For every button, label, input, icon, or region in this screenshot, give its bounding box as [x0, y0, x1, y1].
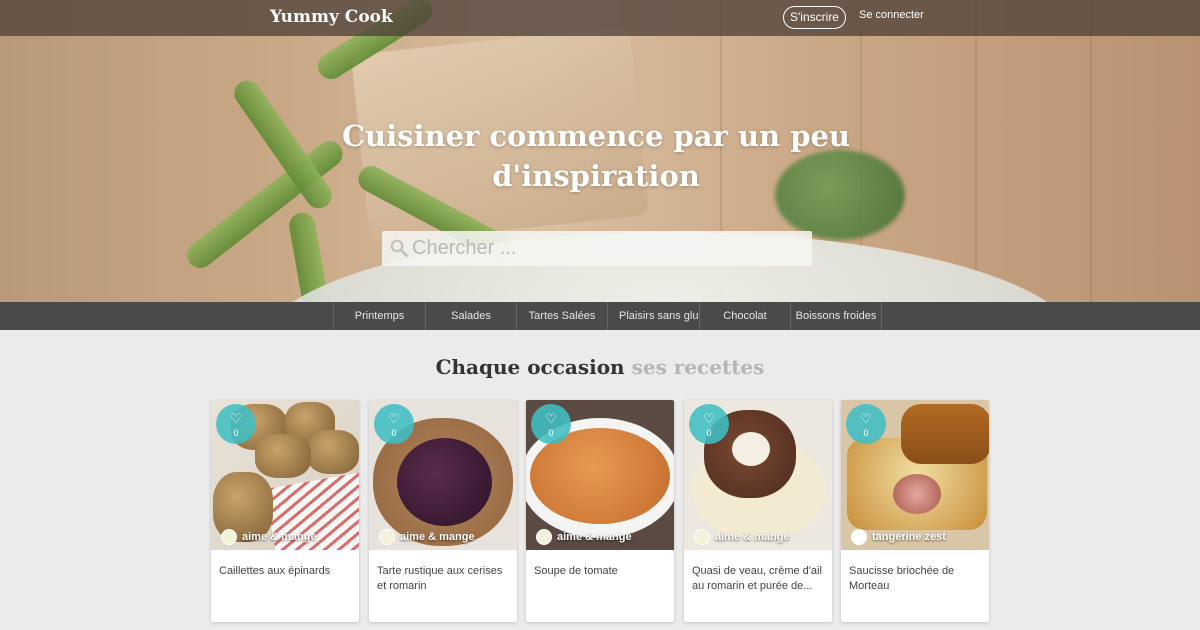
search-input[interactable]	[412, 234, 802, 263]
author-avatar	[851, 529, 867, 545]
recipe-author[interactable]: aime & mange	[536, 529, 632, 545]
recipe-author[interactable]: aime & mange	[379, 529, 475, 545]
author-avatar	[379, 529, 395, 545]
like-button[interactable]: ♡ 0	[846, 404, 886, 444]
section-title-main: Chaque occasion	[435, 355, 625, 379]
heart-icon: ♡	[230, 411, 242, 426]
food-decor	[255, 434, 311, 478]
hero-banner: Yummy Cook S'inscrire Se connecter Cuisi…	[0, 0, 1200, 302]
site-logo[interactable]: Yummy Cook	[270, 7, 393, 27]
recipe-card[interactable]: ♡ 0 aime & mange Quasi de veau, crème d'…	[684, 400, 832, 622]
heart-icon: ♡	[703, 411, 715, 426]
category-boissons-froides[interactable]: Boissons froides	[790, 302, 881, 330]
recipe-author[interactable]: aime & mange	[694, 529, 790, 545]
like-button[interactable]: ♡ 0	[216, 404, 256, 444]
food-decor	[901, 404, 989, 464]
search-icon[interactable]	[390, 239, 408, 257]
like-count: 0	[548, 428, 554, 438]
recipe-card[interactable]: ♡ 0 aime & mange Tarte rustique aux ceri…	[369, 400, 517, 622]
author-name: aime & mange	[242, 531, 317, 543]
author-name: aime & mange	[557, 531, 632, 543]
like-count: 0	[863, 428, 869, 438]
category-sans-gluten[interactable]: Plaisirs sans gluten	[607, 302, 699, 330]
heart-icon: ♡	[545, 411, 557, 426]
like-count: 0	[706, 428, 712, 438]
category-tartes-salees[interactable]: Tartes Salées	[516, 302, 607, 330]
recipe-card[interactable]: ♡ 0 aime & mange Caillettes aux épinards	[211, 400, 359, 622]
food-decor	[732, 432, 770, 466]
top-navbar: Yummy Cook S'inscrire Se connecter	[0, 0, 1200, 36]
category-chocolat[interactable]: Chocolat	[699, 302, 790, 330]
recipe-title[interactable]: Caillettes aux épinards	[219, 564, 351, 579]
author-avatar	[694, 529, 710, 545]
author-name: aime & mange	[400, 531, 475, 543]
like-count: 0	[391, 428, 397, 438]
like-button[interactable]: ♡ 0	[374, 404, 414, 444]
signup-button[interactable]: S'inscrire	[783, 6, 846, 29]
recipe-card[interactable]: ♡ 0 aime & mange Soupe de tomate	[526, 400, 674, 622]
like-button[interactable]: ♡ 0	[689, 404, 729, 444]
like-button[interactable]: ♡ 0	[531, 404, 571, 444]
hero-headline: Cuisiner commence par un peu d'inspirati…	[341, 119, 851, 193]
recipe-author[interactable]: aime & mange	[221, 529, 317, 545]
recipe-title[interactable]: Saucisse briochée de Morteau	[849, 564, 981, 594]
section-title-accent: ses recettes	[631, 355, 765, 379]
heart-icon: ♡	[388, 411, 400, 426]
category-divider	[881, 302, 882, 330]
author-name: tangerine zest	[872, 531, 946, 543]
author-avatar	[221, 529, 237, 545]
login-link[interactable]: Se connecter	[859, 9, 924, 21]
food-decor	[397, 438, 492, 526]
author-avatar	[536, 529, 552, 545]
background-plank	[1090, 0, 1092, 302]
category-printemps[interactable]: Printemps	[333, 302, 425, 330]
recipe-card[interactable]: ♡ 0 tangerine zest Saucisse briochée de …	[841, 400, 989, 622]
recipe-title[interactable]: Soupe de tomate	[534, 564, 666, 579]
category-bar: Printemps Salades Tartes Salées Plaisirs…	[0, 302, 1200, 330]
recipe-author[interactable]: tangerine zest	[851, 529, 946, 545]
section-title: Chaque occasion ses recettes	[0, 355, 1200, 379]
food-decor	[307, 430, 359, 474]
background-plank	[975, 0, 977, 302]
recipe-title[interactable]: Quasi de veau, crème d'ail au romarin et…	[692, 564, 824, 594]
search-bar	[382, 231, 812, 266]
category-salades[interactable]: Salades	[425, 302, 516, 330]
heart-icon: ♡	[860, 411, 872, 426]
author-name: aime & mange	[715, 531, 790, 543]
recipe-title[interactable]: Tarte rustique aux cerises et romarin	[377, 564, 509, 594]
food-decor	[893, 474, 941, 514]
like-count: 0	[233, 428, 239, 438]
